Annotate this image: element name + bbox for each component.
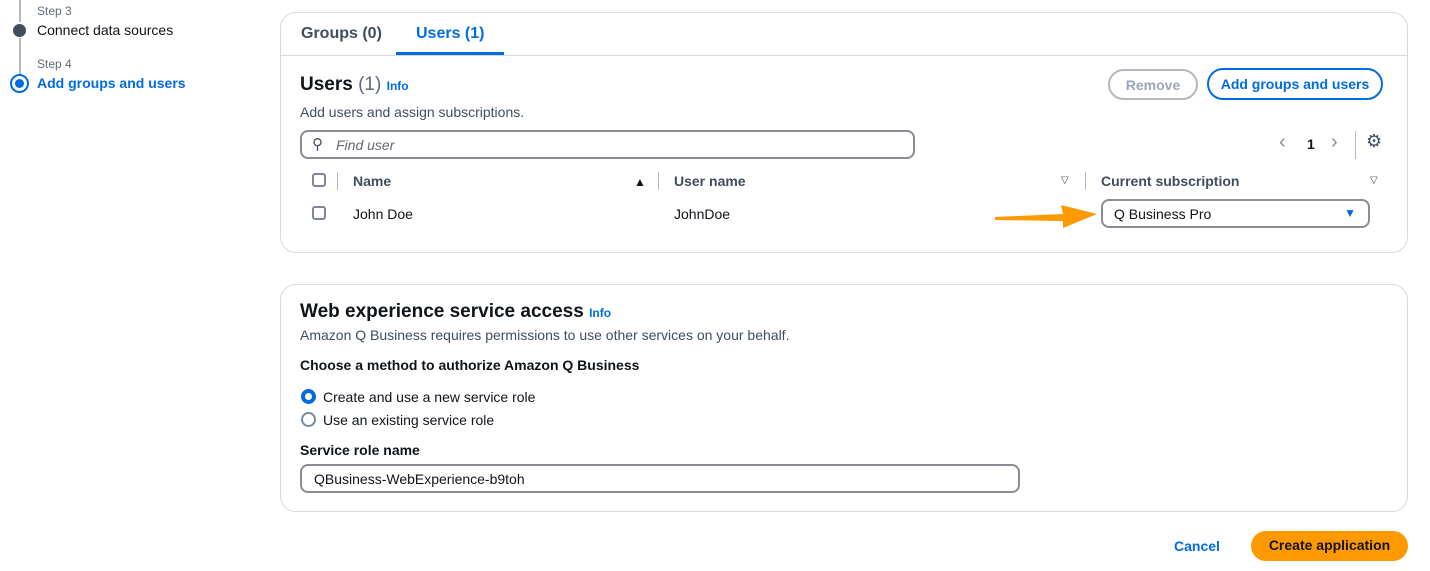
divider [1085,172,1086,190]
add-groups-and-users-button[interactable]: Add groups and users [1207,68,1383,100]
subscription-value: Q Business Pro [1114,206,1212,222]
search-icon: ⚲ [312,136,323,153]
web-title: Web experience service access [300,301,584,322]
tab-groups[interactable]: Groups (0) [281,13,402,55]
column-header-name[interactable]: Name [353,173,391,189]
create-application-button[interactable]: Create application [1251,531,1408,561]
web-description: Amazon Q Business requires permissions t… [300,327,790,343]
web-experience-card: Web experience service access Info Amazo… [280,284,1408,512]
users-description: Add users and assign subscriptions. [300,104,525,120]
info-link[interactable]: Info [589,306,611,320]
step-connector [19,0,21,22]
arrow-annotation-icon [995,205,1097,228]
tab-users[interactable]: Users (1) [396,13,505,55]
cell-username: JohnDoe [674,206,731,222]
page-number[interactable]: 1 [1307,136,1315,152]
users-heading: Users (1) Info [300,74,409,96]
option-new-role-label[interactable]: Create and use a new service role [323,389,535,405]
users-count: (1) [358,74,382,95]
gear-icon[interactable]: ⚙ [1366,131,1382,152]
method-label: Choose a method to authorize Amazon Q Bu… [300,357,640,373]
next-page-icon[interactable]: › [1331,131,1338,154]
step-title[interactable]: Connect data sources [37,22,173,38]
column-header-user-name[interactable]: User name [674,173,746,189]
caret-down-icon: ▼ [1344,206,1356,220]
radio-new-role[interactable] [301,389,316,404]
role-name-label: Service role name [300,442,420,458]
info-link[interactable]: Info [387,79,409,93]
divider [337,172,338,190]
previous-page-icon[interactable]: ‹ [1279,131,1286,154]
divider [1355,131,1356,159]
radio-existing-role[interactable] [301,412,316,427]
find-user-input[interactable]: ⚲ Find user [300,130,915,159]
divider [658,172,659,190]
step-title-current: Add groups and users [37,75,186,91]
step-label: Step 3 [37,4,72,18]
sort-icon[interactable]: ▽ [1370,175,1378,186]
service-role-name-input[interactable]: QBusiness-WebExperience-b9toh [300,464,1020,493]
cancel-button[interactable]: Cancel [1174,538,1220,554]
users-title: Users [300,74,353,95]
find-user-placeholder: Find user [336,137,395,153]
step-current-icon [10,74,29,93]
row-checkbox[interactable] [312,206,326,220]
select-all-checkbox[interactable] [312,173,326,187]
subscription-select[interactable]: Q Business Pro ▼ [1101,199,1370,228]
step-complete-icon [13,24,26,37]
users-card: Groups (0) Users (1) Users (1) Info Add … [280,12,1408,253]
step-label: Step 4 [37,57,72,71]
sort-icon[interactable]: ▽ [1061,175,1069,186]
step-connector [19,38,21,74]
column-header-current-subscription[interactable]: Current subscription [1101,173,1239,189]
option-existing-role-label[interactable]: Use an existing service role [323,412,494,428]
tab-divider [281,55,1407,56]
sort-ascending-icon[interactable]: ▲ [634,175,646,189]
web-heading: Web experience service access Info [300,301,611,323]
remove-button[interactable]: Remove [1108,69,1198,100]
cell-name: John Doe [353,206,413,222]
